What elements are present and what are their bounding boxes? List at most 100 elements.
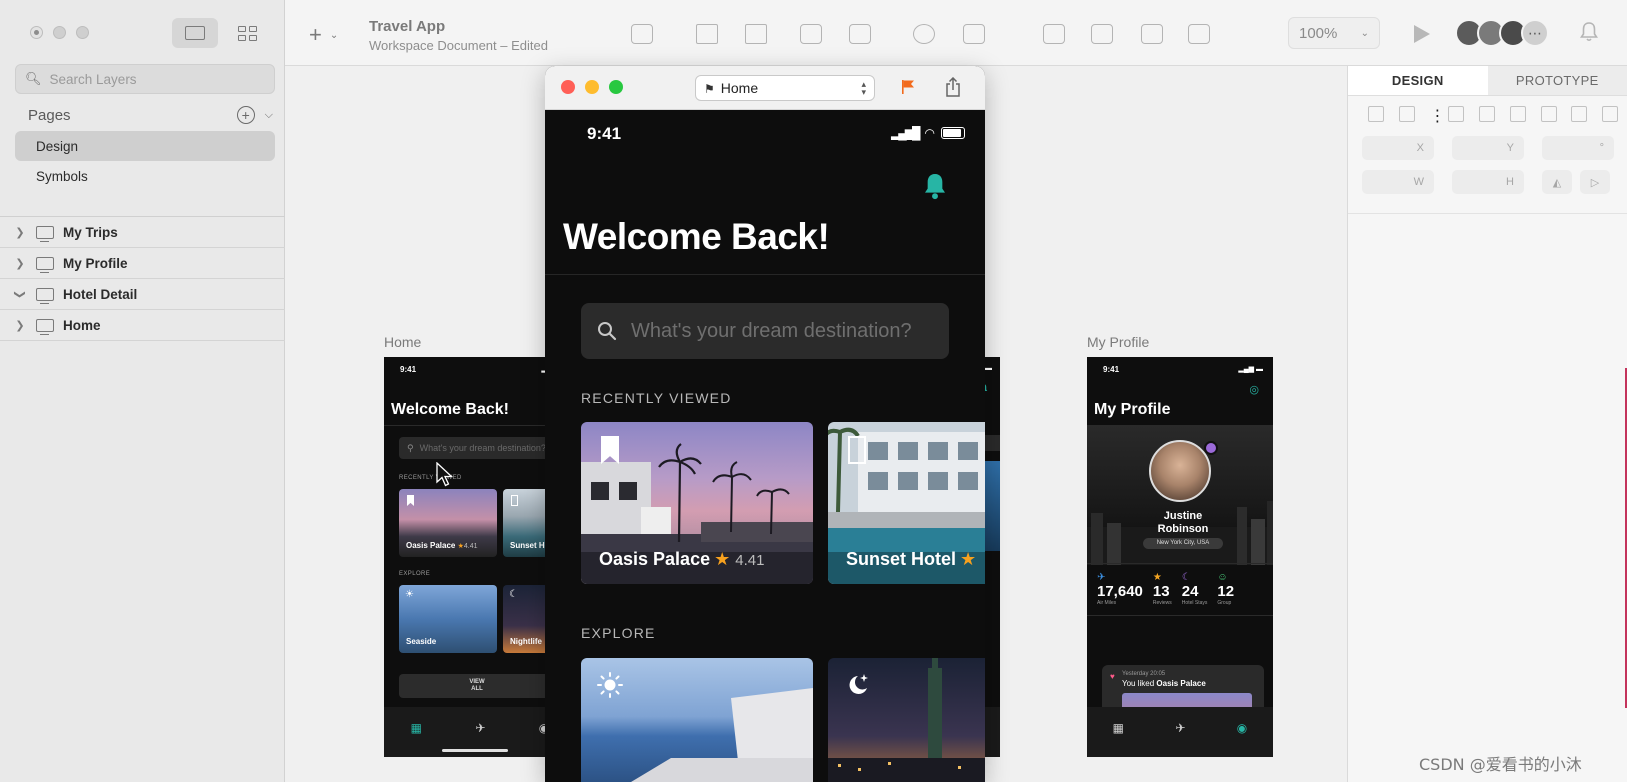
- prototype-preview-window[interactable]: ⚑ Home ▴ ▾ 9:41 ▂▄▆█ ◠ Welcome Back! Wha…: [545, 66, 985, 782]
- artboard-label-home[interactable]: Home: [384, 334, 421, 350]
- status-time: 9:41: [1103, 365, 1120, 374]
- more-icon[interactable]: ⋯: [1521, 19, 1549, 47]
- zoom-select[interactable]: 100% ⌄: [1288, 17, 1380, 49]
- align-center-icon[interactable]: [1398, 106, 1415, 122]
- export-icon[interactable]: [696, 24, 718, 44]
- align-middle-icon[interactable]: [1509, 106, 1526, 122]
- size-fields: W H ◭ ▷: [1362, 170, 1610, 194]
- view-all-button: VIEW ALL: [399, 674, 555, 698]
- align-right-icon[interactable]: [1448, 106, 1465, 122]
- y-field[interactable]: Y: [1452, 136, 1524, 160]
- canvas[interactable]: Home 9:41 ▂▄▆ ▬ Welcome Back! ⚲ What's y…: [285, 66, 1347, 782]
- distribute-vertical-icon[interactable]: [1602, 106, 1618, 122]
- tab-prototype[interactable]: PROTOTYPE: [1487, 66, 1627, 95]
- layer-row-hotel-detail[interactable]: ❯ Hotel Detail: [0, 279, 285, 310]
- insert-button[interactable]: + ⌄: [309, 22, 338, 48]
- artboard-label-my-profile[interactable]: My Profile: [1087, 334, 1149, 350]
- intersect-icon[interactable]: [1141, 24, 1163, 44]
- union-icon[interactable]: [1043, 24, 1065, 44]
- page-title: My Profile: [1094, 401, 1171, 418]
- search-placeholder: What's your dream destination?: [631, 319, 912, 342]
- stat-label: Hotel Stays: [1181, 600, 1208, 606]
- page-item-symbols[interactable]: Symbols: [15, 161, 275, 191]
- bell-icon[interactable]: [1580, 22, 1598, 42]
- group-icon[interactable]: [849, 24, 871, 44]
- bookmark-outline-icon[interactable]: [848, 436, 866, 464]
- stat-value: 12: [1217, 583, 1235, 600]
- pages-label: Pages: [28, 106, 71, 124]
- minimize-button[interactable]: [585, 80, 599, 94]
- explore-card-seaside[interactable]: [581, 658, 813, 782]
- document-name: Travel App: [369, 18, 446, 35]
- flip-vertical-button[interactable]: ▷: [1580, 170, 1610, 194]
- page-item-label: Symbols: [36, 168, 88, 184]
- avatar: [1149, 440, 1211, 502]
- x-field[interactable]: X: [1362, 136, 1434, 160]
- flip-vertical-icon: ▷: [1590, 176, 1600, 189]
- destination-search-input[interactable]: What's your dream destination?: [581, 303, 949, 359]
- hotel-card-sunset-hotel[interactable]: Sunset Hotel ★: [828, 422, 985, 584]
- grid-view-button[interactable]: [224, 18, 270, 48]
- difference-icon[interactable]: [1188, 24, 1210, 44]
- explore-name: Nightlife: [510, 637, 542, 646]
- chevron-right-icon[interactable]: ❯: [10, 257, 30, 270]
- chevron-right-icon[interactable]: ❯: [10, 226, 30, 239]
- distribute-horizontal-icon[interactable]: [1571, 106, 1588, 122]
- play-icon[interactable]: [1414, 25, 1430, 43]
- star-icon: ★: [1152, 572, 1162, 583]
- subtract-icon[interactable]: [1091, 24, 1113, 44]
- share-icon[interactable]: [945, 77, 961, 97]
- canvas-view-button[interactable]: [172, 18, 218, 48]
- align-top-icon[interactable]: [1479, 106, 1495, 122]
- minimize-button[interactable]: [53, 26, 66, 39]
- divider: [1087, 563, 1273, 564]
- align-icon[interactable]: [745, 24, 767, 44]
- start-point-flag-icon[interactable]: [901, 79, 915, 95]
- layer-row-my-trips[interactable]: ❯ My Trips: [0, 217, 285, 248]
- zoom-button[interactable]: [76, 26, 89, 39]
- document-status: Workspace Document – Edited: [369, 38, 548, 53]
- chevron-down-icon: ⌄: [329, 29, 339, 41]
- scale-icon[interactable]: [963, 24, 985, 44]
- layer-row-my-profile[interactable]: ❯ My Profile: [0, 248, 285, 279]
- status-icons: ▂▄▆ ▬: [1238, 366, 1263, 373]
- chevron-down-icon[interactable]: ⌵: [265, 109, 273, 122]
- artboard-my-profile[interactable]: 9:41 ▂▄▆ ▬ ◎ My Profile Justine Robinson…: [1087, 357, 1273, 757]
- close-button[interactable]: [30, 26, 43, 39]
- align-bottom-icon[interactable]: [1540, 106, 1557, 122]
- mask-icon[interactable]: [913, 24, 935, 44]
- stat-reviews: ★ 13 Reviews: [1153, 572, 1172, 606]
- explore-card-nightlife[interactable]: [828, 658, 985, 782]
- layer-row-home[interactable]: ❯ Home: [0, 310, 285, 341]
- collaborators[interactable]: ⋯: [1455, 19, 1549, 47]
- chevron-down-icon[interactable]: ❯: [14, 284, 27, 304]
- status-time: 9:41: [587, 124, 622, 143]
- position-fields: X Y °: [1362, 136, 1614, 160]
- rotation-field[interactable]: °: [1542, 136, 1614, 160]
- plane-icon: ✈: [1097, 572, 1106, 583]
- page-title: Welcome Back!: [391, 401, 509, 418]
- page-item-design[interactable]: Design: [15, 131, 275, 161]
- align-left-icon[interactable]: [1368, 106, 1384, 122]
- add-page-icon[interactable]: +: [236, 106, 255, 124]
- plus-icon: +: [309, 22, 322, 47]
- zoom-button[interactable]: [609, 80, 623, 94]
- chevron-right-icon[interactable]: ❯: [10, 319, 30, 332]
- screen-select[interactable]: ⚑ Home ▴ ▾: [695, 75, 875, 101]
- frame-icon[interactable]: [800, 24, 822, 44]
- width-field[interactable]: W: [1362, 170, 1434, 194]
- bell-icon[interactable]: [923, 172, 947, 200]
- search-layers-input[interactable]: 🔍︎ Search Layers: [15, 64, 275, 94]
- window-controls: [30, 26, 89, 39]
- tab-design[interactable]: DESIGN: [1348, 66, 1488, 95]
- grid-icon: [237, 25, 257, 41]
- flip-horizontal-button[interactable]: ◭: [1542, 170, 1572, 194]
- height-field[interactable]: H: [1452, 170, 1524, 194]
- artboard-icon: [36, 256, 54, 273]
- updown-chevron-icon: ▴ ▾: [861, 79, 866, 97]
- symbol-icon[interactable]: [631, 24, 653, 44]
- hotel-card-oasis-palace[interactable]: Oasis Palace ★ 4.41: [581, 422, 813, 584]
- divider: [545, 274, 985, 275]
- close-button[interactable]: [561, 80, 575, 94]
- distribute-icon[interactable]: ⋮: [1430, 106, 1446, 125]
